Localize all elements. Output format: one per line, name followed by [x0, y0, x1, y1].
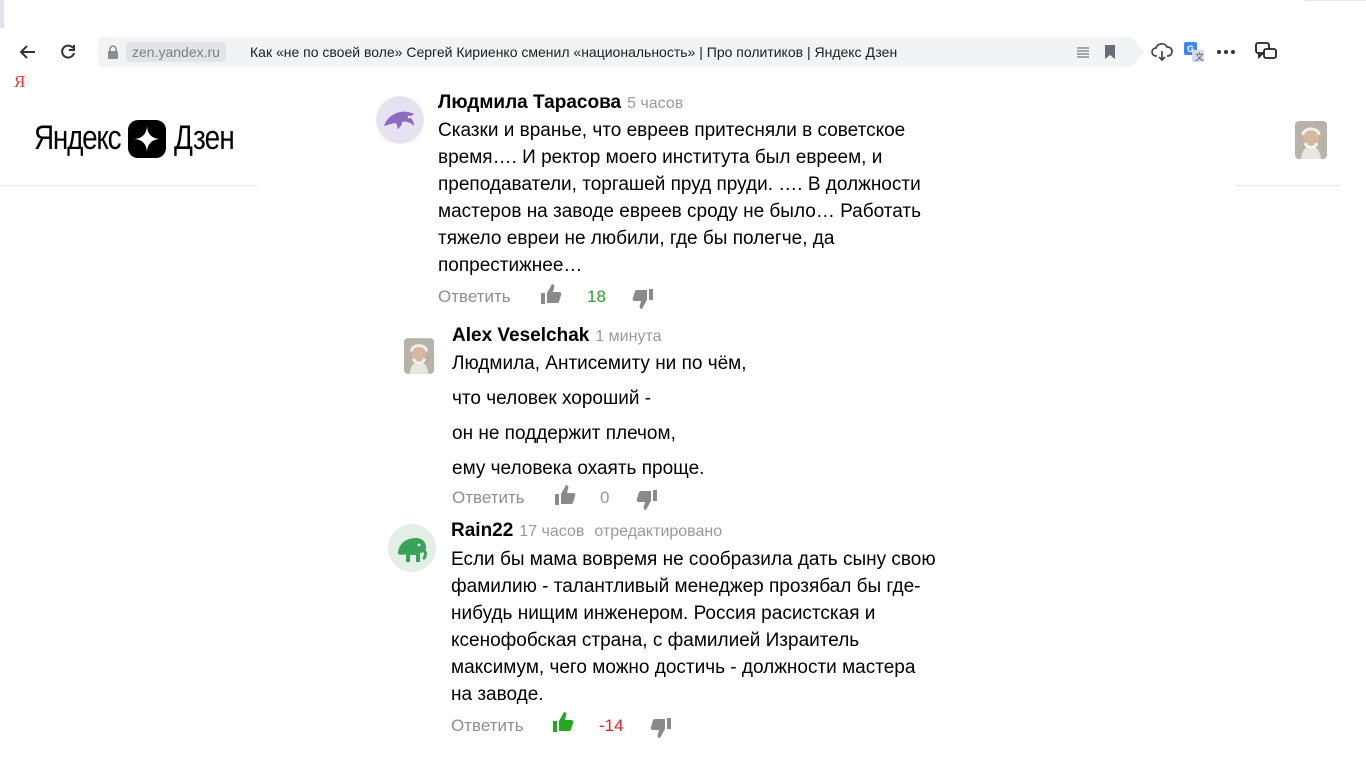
comment-line: ему человека охаять проще. — [452, 458, 705, 479]
zen-logo[interactable]: Яндекс Дзен — [34, 119, 247, 158]
thumbs-up-icon[interactable] — [552, 711, 574, 733]
comment-line: попрестижнее… — [438, 255, 583, 276]
yandex-bookmark-letter[interactable]: Я — [14, 72, 25, 92]
comment-line: максимум, чего можно достичь - должности… — [451, 657, 916, 678]
comment-line: Если бы мама вовремя не сообразила дать … — [451, 549, 936, 570]
feedback-button[interactable] — [1254, 40, 1278, 64]
comment-item: Rain22 17 часов отредактировано Если бы ма… — [388, 520, 988, 750]
author-avatar[interactable] — [404, 338, 434, 374]
address-bar[interactable]: zen.yandex.ru Как «не по своей воле» Сер… — [98, 37, 1144, 67]
cloud-download-icon — [1151, 43, 1173, 62]
reader-mode-icon[interactable] — [1076, 45, 1090, 59]
comment-author[interactable]: Alex Veselchak — [452, 325, 589, 346]
reload-icon — [61, 44, 75, 59]
comment-author[interactable]: Людмила Тарасова — [438, 92, 621, 113]
user-photo-icon — [1295, 121, 1327, 159]
translate-button[interactable]: G文 — [1182, 40, 1206, 64]
translate-icon: G文 — [1184, 42, 1204, 62]
reply-button[interactable]: Ответить — [452, 488, 525, 508]
comment-score: -14 — [599, 716, 624, 735]
comment-time: 5 часов — [627, 95, 684, 112]
back-button[interactable] — [17, 41, 39, 63]
comment-line: мастеров на заводе евреев сроду не было…… — [438, 201, 921, 222]
user-avatar[interactable] — [1295, 121, 1327, 159]
thumbs-up-icon[interactable] — [540, 283, 562, 305]
comment-text: Сказки и вранье, что евреев притесняли в… — [438, 117, 978, 279]
comment-item: Alex Veselchak 1 минута Людмила, Антисеми… — [404, 325, 984, 515]
zen-star-icon — [128, 119, 166, 158]
thumbs-down-icon[interactable] — [632, 288, 654, 310]
window-edge — [0, 0, 4, 28]
comment-line: что человек хороший - — [452, 388, 652, 409]
comment-line: время…. И ректор моего института был евр… — [438, 147, 883, 168]
comment-item: Людмила Тарасова 5 часов Сказки и вранье,… — [376, 92, 976, 312]
comment-line: ксенофобская страна, с фамилией Израител… — [451, 630, 860, 651]
reply-button[interactable]: Ответить — [438, 287, 511, 307]
comment-line: Сказки и вранье, что евреев притесняли в… — [438, 120, 906, 141]
reply-button[interactable]: Ответить — [451, 716, 524, 736]
edited-label: отредактировано — [594, 523, 723, 540]
back-arrow-icon — [19, 45, 35, 59]
thumbs-down-icon[interactable] — [650, 717, 672, 739]
download-cloud-button[interactable] — [1150, 40, 1174, 64]
chrome-divider — [1305, 0, 1366, 1]
comment-text: Если бы мама вовремя не сообразила дать … — [451, 546, 991, 708]
comment-line: преподаватели, торгашей пруд пруди. …. В… — [438, 174, 921, 195]
comment-line: фамилию - талантливый менеджер прозябал … — [451, 576, 921, 597]
comment-author[interactable]: Rain22 — [451, 520, 513, 541]
lock-icon — [108, 45, 118, 59]
comment-score: 18 — [587, 287, 606, 306]
domain-chip[interactable]: zen.yandex.ru — [126, 42, 226, 62]
thumbs-down-icon[interactable] — [636, 489, 658, 511]
comment-line: он не поддержит плечом, — [452, 423, 676, 444]
svg-text:文: 文 — [1195, 51, 1204, 62]
chat-bubbles-icon — [1255, 42, 1277, 60]
logo-yandex-text: Яндекс — [34, 119, 122, 157]
comment-line: Людмила, Антисемиту ни по чём, — [452, 353, 747, 374]
more-menu-button[interactable] — [1214, 40, 1238, 64]
comment-score: 0 — [600, 488, 610, 507]
page-title: Как «не по своей воле» Сергей Кириенко с… — [250, 44, 898, 60]
header-divider-right — [1236, 185, 1340, 186]
comment-line: на заводе. — [451, 684, 544, 705]
comment-time: 17 часов — [519, 523, 585, 540]
comment-text: Людмила, Антисемиту ни по чём, что челов… — [452, 350, 972, 490]
bookmark-icon[interactable] — [1104, 44, 1116, 60]
elephant-avatar[interactable] — [388, 524, 436, 572]
thumbs-up-icon[interactable] — [554, 484, 576, 506]
logo-zen-text: Дзен — [174, 119, 235, 157]
comment-time: 1 минута — [595, 328, 662, 345]
comment-line: тяжело евреи не любили, где бы полегче, … — [438, 228, 835, 249]
reload-button[interactable] — [57, 41, 79, 63]
more-dots-icon — [1217, 50, 1235, 54]
dolphin-avatar[interactable] — [376, 96, 424, 144]
comment-line: нибудь нищим инженером. Россия расистска… — [451, 603, 876, 624]
header-divider-left — [0, 185, 257, 186]
